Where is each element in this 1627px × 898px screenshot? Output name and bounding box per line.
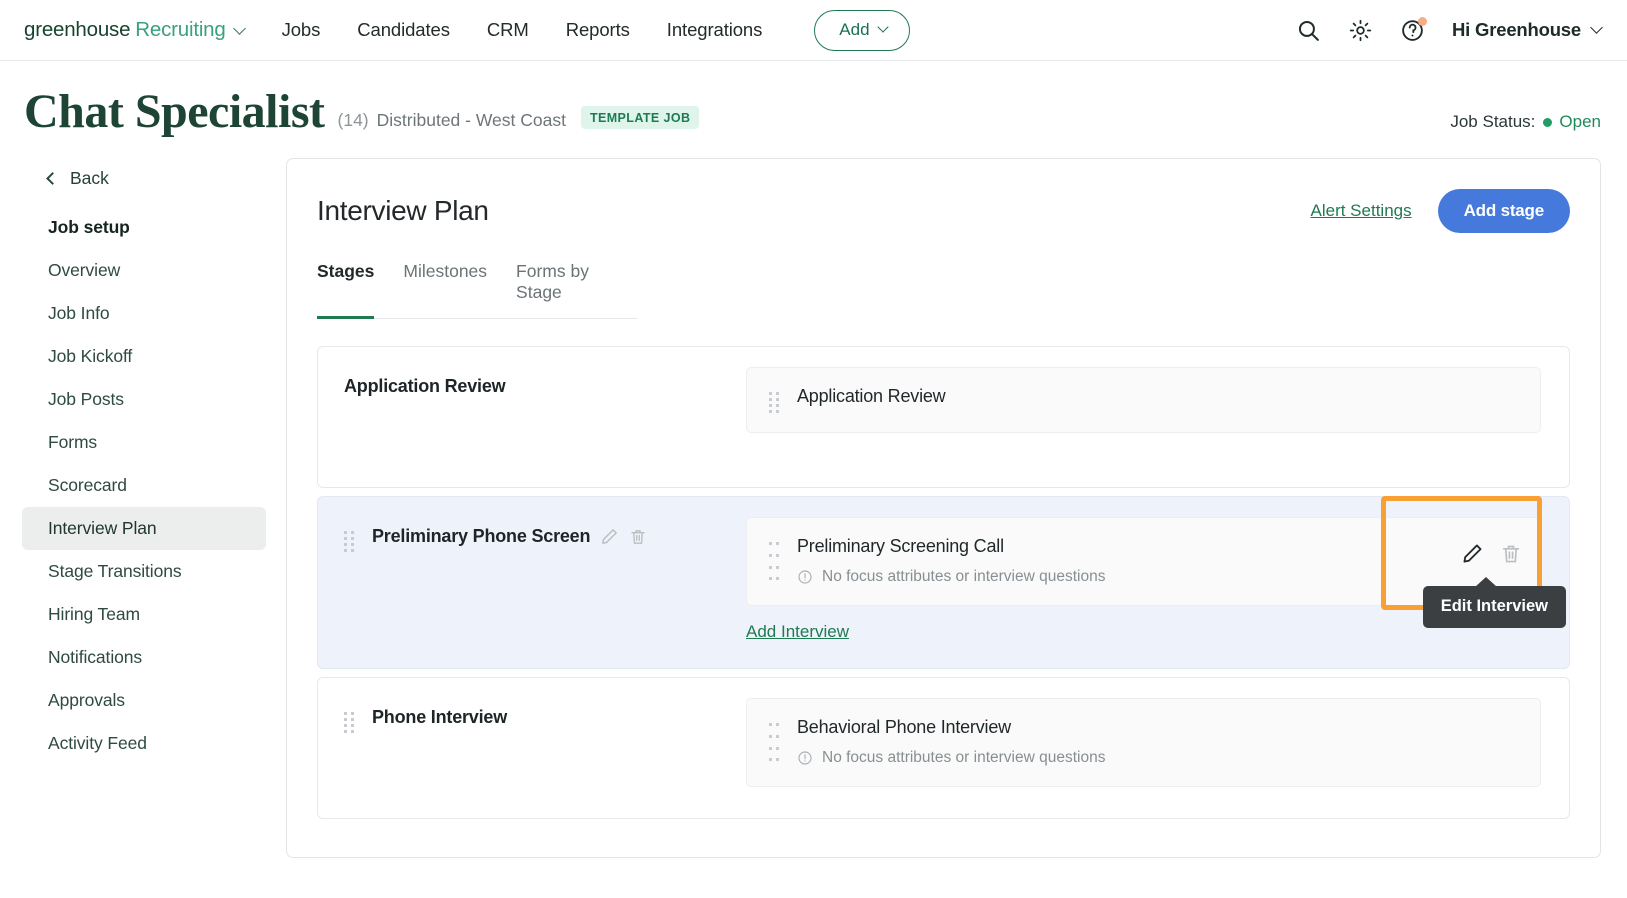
- interview-name: Preliminary Screening Call: [797, 536, 1004, 556]
- chevron-left-icon: [46, 172, 59, 185]
- nav-item-integrations[interactable]: Integrations: [667, 19, 763, 41]
- sidebar-item-notifications[interactable]: Notifications: [22, 636, 266, 679]
- drag-handle-icon[interactable]: [344, 712, 354, 733]
- interview-plan-card: Interview Plan Alert Settings Add stage …: [286, 158, 1601, 858]
- interview-warning: No focus attributes or interview questio…: [797, 568, 1105, 586]
- back-label: Back: [70, 168, 109, 188]
- sidebar-item-job-kickoff[interactable]: Job Kickoff: [22, 335, 266, 378]
- tab-stages[interactable]: Stages: [317, 261, 375, 319]
- chevron-down-icon: [232, 22, 246, 35]
- stage-header: Preliminary Phone Screen: [344, 517, 744, 642]
- sidebar-item-overview[interactable]: Overview: [22, 249, 266, 292]
- stage-name: Preliminary Phone Screen: [372, 526, 591, 546]
- brand-secondary-text: Recruiting: [135, 18, 226, 41]
- sidebar-item-forms[interactable]: Forms: [22, 421, 266, 464]
- chevron-down-icon: [876, 20, 889, 33]
- user-menu-label: Hi Greenhouse: [1452, 19, 1581, 40]
- tab-forms-by-stage[interactable]: Forms by Stage: [516, 261, 637, 319]
- card-header: Interview Plan Alert Settings Add stage: [317, 189, 1570, 233]
- interview-warning: No focus attributes or interview questio…: [797, 749, 1105, 767]
- interview-card[interactable]: Behavioral Phone Interview No focus attr…: [746, 698, 1541, 787]
- interview-warning-text: No focus attributes or interview questio…: [822, 749, 1106, 766]
- status-dot-icon: [1543, 117, 1553, 127]
- stage-row: Application Review Application Review: [317, 346, 1570, 488]
- delete-stage-trash-icon[interactable]: [629, 528, 647, 546]
- interview-actions: [1461, 542, 1522, 565]
- nav-item-candidates[interactable]: Candidates: [357, 19, 450, 41]
- sidebar-item-stage-transitions[interactable]: Stage Transitions: [22, 550, 266, 593]
- page-title: Chat Specialist: [24, 85, 325, 138]
- nav-item-reports[interactable]: Reports: [566, 19, 630, 41]
- job-count: (14): [337, 110, 369, 130]
- top-navigation-bar: greenhouse Recruiting Jobs Candidates CR…: [0, 0, 1627, 61]
- drag-handle-icon[interactable]: [769, 392, 779, 413]
- sidebar-item-job-info[interactable]: Job Info: [22, 292, 266, 335]
- alert-circle-icon: [798, 751, 812, 765]
- job-status-value[interactable]: Open: [1559, 112, 1601, 132]
- sidebar-heading-job-setup: Job setup: [48, 217, 130, 237]
- job-location: Distributed - West Coast: [376, 110, 566, 130]
- brand-logo[interactable]: greenhouse Recruiting: [24, 18, 246, 42]
- page-header: Chat Specialist (14) Distributed - West …: [0, 61, 1627, 136]
- nav-item-crm[interactable]: CRM: [487, 19, 529, 41]
- back-button[interactable]: Back: [22, 162, 266, 195]
- drag-handle-icon[interactable]: [769, 723, 779, 767]
- sidebar-item-interview-plan[interactable]: Interview Plan: [22, 507, 266, 550]
- stage-row: Preliminary Phone Screen Preliminary Scr…: [317, 496, 1570, 669]
- sidebar-item-activity-feed[interactable]: Activity Feed: [22, 722, 266, 765]
- add-button-label: Add: [839, 19, 870, 39]
- edit-interview-tooltip: Edit Interview: [1422, 577, 1566, 628]
- job-status: Job Status: Open: [1450, 112, 1601, 132]
- stage-interviews: Preliminary Screening Call No focus attr…: [744, 496, 1566, 642]
- stage-header: Application Review: [344, 367, 744, 461]
- primary-nav-links: Jobs Candidates CRM Reports Integrations: [282, 19, 763, 41]
- stage-row: Phone Interview Behavioral Phone Intervi…: [317, 677, 1570, 819]
- interview-warning-text: No focus attributes or interview questio…: [822, 568, 1106, 585]
- add-interview-link[interactable]: Add Interview: [746, 622, 849, 642]
- interview-name: Behavioral Phone Interview: [797, 717, 1011, 737]
- sidebar: Back Job setup Overview Job Info Job Kic…: [22, 158, 266, 858]
- job-status-label: Job Status:: [1450, 112, 1536, 131]
- stage-name: Application Review: [344, 376, 506, 396]
- add-stage-button[interactable]: Add stage: [1437, 189, 1570, 233]
- sidebar-item-job-posts[interactable]: Job Posts: [22, 378, 266, 421]
- stage-interviews: Behavioral Phone Interview No focus attr…: [744, 698, 1541, 792]
- template-job-badge: TEMPLATE JOB: [580, 106, 700, 129]
- edit-interview-pencil-icon[interactable]: [1461, 542, 1484, 565]
- nav-item-jobs[interactable]: Jobs: [282, 19, 321, 41]
- nav-right-controls: Hi Greenhouse: [1296, 16, 1603, 43]
- chevron-down-icon: [1590, 20, 1603, 34]
- search-icon[interactable]: [1296, 18, 1321, 43]
- brand-primary-text: greenhouse: [24, 18, 131, 41]
- stage-interviews: Application Review: [744, 367, 1541, 461]
- gear-icon[interactable]: [1348, 18, 1373, 43]
- interview-card[interactable]: Application Review: [746, 367, 1541, 433]
- delete-interview-trash-icon[interactable]: [1500, 543, 1522, 565]
- edit-stage-pencil-icon[interactable]: [600, 527, 619, 546]
- alert-circle-icon: [798, 570, 812, 584]
- tab-milestones[interactable]: Milestones: [403, 261, 487, 319]
- alert-settings-link[interactable]: Alert Settings: [1311, 201, 1412, 221]
- interview-name: Application Review: [797, 386, 946, 406]
- page-body: Back Job setup Overview Job Info Job Kic…: [0, 136, 1627, 858]
- user-menu[interactable]: Hi Greenhouse: [1452, 19, 1603, 41]
- stage-list: Application Review Application Review Pr…: [317, 346, 1570, 819]
- drag-handle-icon[interactable]: [344, 531, 354, 552]
- drag-handle-icon[interactable]: [769, 542, 779, 586]
- stage-header: Phone Interview: [344, 698, 744, 792]
- tab-bar: Stages Milestones Forms by Stage: [317, 261, 637, 319]
- sidebar-item-approvals[interactable]: Approvals: [22, 679, 266, 722]
- stage-name: Phone Interview: [372, 707, 508, 727]
- help-icon[interactable]: [1400, 16, 1427, 43]
- card-title: Interview Plan: [317, 195, 489, 226]
- notification-badge: [1418, 16, 1427, 26]
- sidebar-item-hiring-team[interactable]: Hiring Team: [22, 593, 266, 636]
- add-button[interactable]: Add: [814, 9, 910, 51]
- interview-card[interactable]: Preliminary Screening Call No focus attr…: [746, 496, 1566, 628]
- sidebar-item-scorecard[interactable]: Scorecard: [22, 464, 266, 507]
